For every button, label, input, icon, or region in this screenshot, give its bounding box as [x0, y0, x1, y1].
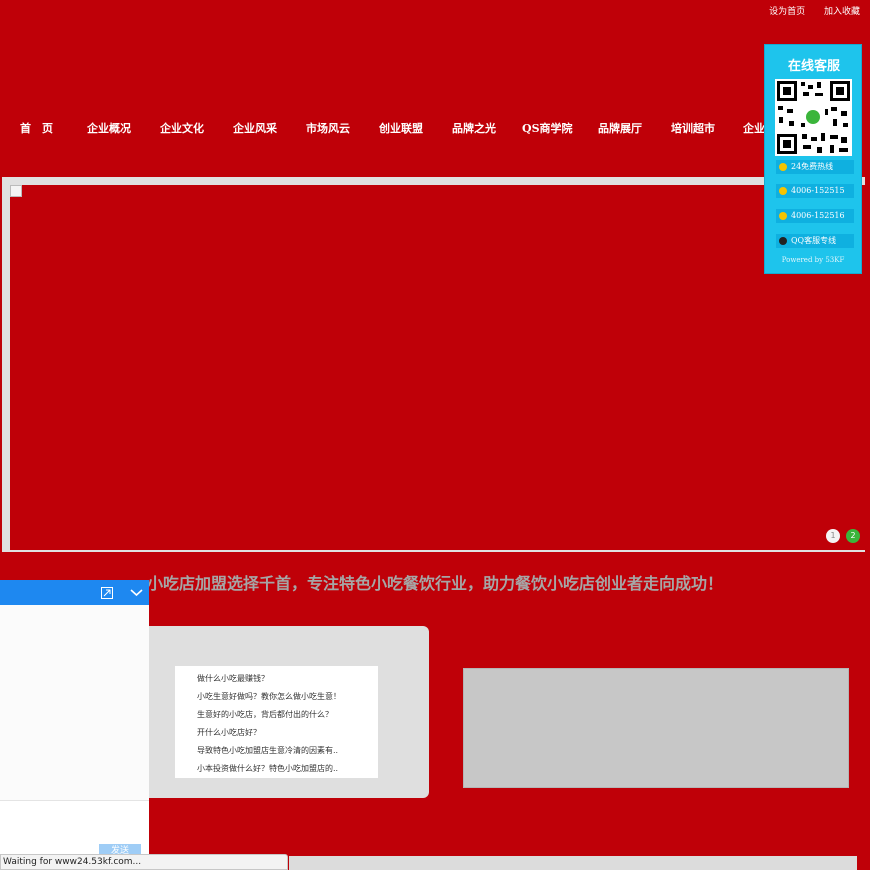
chat-bubble-icon	[779, 187, 787, 195]
phone-line-1-button[interactable]: 4006-152515	[776, 184, 854, 198]
bottom-section-bar	[289, 856, 857, 870]
news-item[interactable]: 小本投资做什么好？特色小吃加盟店的..	[197, 763, 338, 774]
nav-item-market[interactable]: 市场风云	[306, 120, 350, 136]
news-list: 做什么小吃最赚钱？ 小吃生意好做吗？教你怎么做小吃生意！ 生意好的小吃店，背后都…	[175, 666, 378, 778]
nav-item-academy[interactable]: QS商学院	[522, 120, 573, 136]
nav-item-alliance[interactable]: 创业联盟	[379, 120, 423, 136]
qq-service-button[interactable]: QQ客服专线	[776, 234, 854, 248]
slider-dot-2[interactable]: 2	[846, 529, 860, 543]
nav-item-overview[interactable]: 企业概况	[87, 120, 131, 136]
phone-line-2-button[interactable]: 4006-152516	[776, 209, 854, 223]
minimize-chevron-icon[interactable]	[130, 589, 143, 597]
slider-dot-1[interactable]: 1	[826, 529, 840, 543]
news-item[interactable]: 小吃生意好做吗？教你怎么做小吃生意！	[197, 691, 341, 702]
browser-status-bar: Waiting for www24.53kf.com...	[0, 854, 288, 870]
top-links: 设为首页 加入收藏	[753, 4, 860, 17]
nav-item-training[interactable]: 培训超市	[671, 120, 715, 136]
chat-bubble-icon	[779, 163, 787, 171]
news-item[interactable]: 做什么小吃最赚钱？	[197, 673, 269, 684]
nav-item-brand[interactable]: 品牌之光	[452, 120, 496, 136]
image-placeholder	[463, 668, 849, 788]
banner-slider: 1 2	[2, 177, 865, 552]
qr-code-icon	[775, 79, 852, 156]
online-service-widget: 在线客服 24免费热线 4006-152515 4006-152516 QQ客服…	[764, 44, 862, 274]
qq-penguin-icon	[779, 237, 787, 245]
nav-item-style[interactable]: 企业风采	[233, 120, 277, 136]
main-nav: 首 页 企业概况 企业文化 企业风采 市场风云 创业联盟 品牌之光 QS商学院 …	[0, 120, 870, 142]
hotline-24-button[interactable]: 24免费热线	[776, 160, 854, 174]
broken-image-icon	[10, 185, 22, 197]
chat-header	[0, 580, 149, 605]
banner-image-area	[10, 185, 865, 550]
nav-item-enterprise[interactable]: 企业	[743, 120, 765, 136]
news-item[interactable]: 导致特色小吃加盟店生意冷清的因素有..	[197, 745, 338, 756]
expand-icon[interactable]	[101, 587, 113, 599]
chat-bubble-icon	[779, 212, 787, 220]
nav-item-culture[interactable]: 企业文化	[160, 120, 204, 136]
set-homepage-link[interactable]: 设为首页	[769, 7, 805, 17]
service-title: 在线客服	[787, 59, 840, 74]
nav-item-home[interactable]: 首 页	[20, 120, 53, 136]
chat-popup: 发送	[0, 580, 149, 870]
nav-item-showroom[interactable]: 品牌展厅	[598, 120, 642, 136]
powered-by: Powered by 53KF	[781, 256, 845, 264]
add-favorite-link[interactable]: 加入收藏	[824, 7, 860, 17]
chat-message-area[interactable]	[0, 605, 149, 801]
news-item[interactable]: 开什么小吃店好？	[197, 727, 261, 738]
news-item[interactable]: 生意好的小吃店，背后都付出的什么？	[197, 709, 333, 720]
